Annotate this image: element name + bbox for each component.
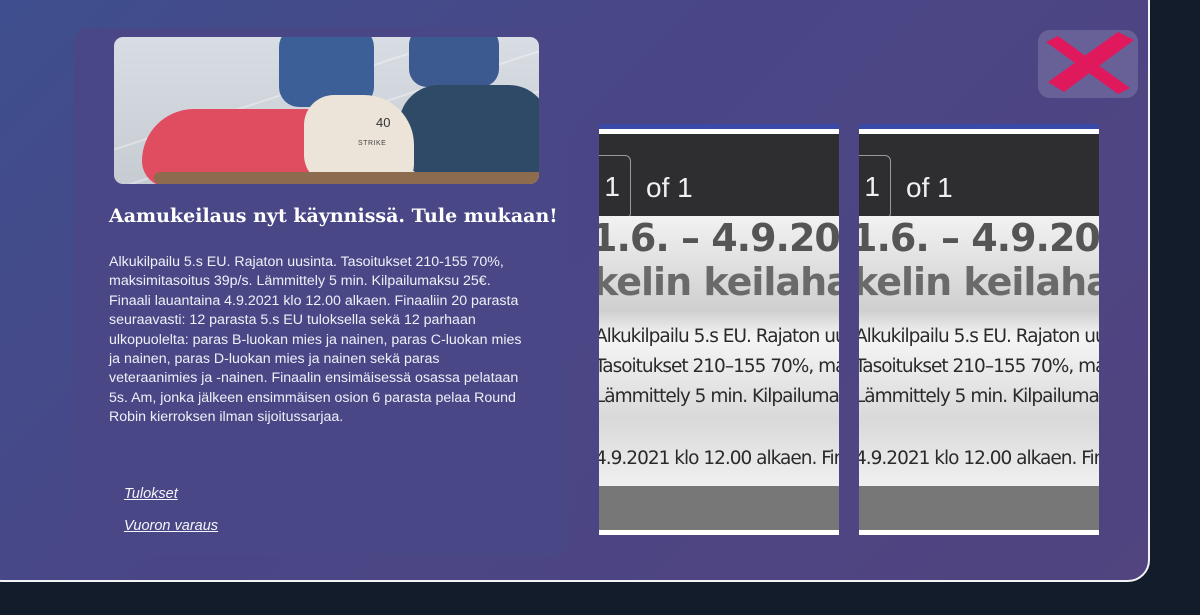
pdf-text-line: Lämmittely 5 min. Kilpailumaksu 25€. xyxy=(859,386,1099,407)
pdf-page: 1.6. – 4.9.2021 kelin keilahalli Alkukil… xyxy=(599,216,839,486)
pdf-page: 1.6. – 4.9.2021 kelin keilahalli Alkukil… xyxy=(859,216,1099,486)
pdf-toolbar: 1 of 1 xyxy=(599,134,839,219)
shoe-number: 40 xyxy=(376,115,391,130)
pdf-heading-line: kelin keilahalli xyxy=(599,260,839,304)
close-icon xyxy=(1046,32,1134,94)
pdf-viewer-1[interactable]: 1 of 1 1.6. – 4.9.2021 kelin keilahalli … xyxy=(599,124,839,535)
close-button[interactable] xyxy=(1038,30,1138,98)
pdf-text-line: Tasoitukset 210–155 70%, maksimitasoitus xyxy=(859,356,1099,377)
lane-booking-link[interactable]: Vuoron varaus xyxy=(124,518,218,534)
page-count: of 1 xyxy=(646,172,693,203)
page-number-input[interactable]: 1 xyxy=(859,155,891,219)
announcement-description: Alkukilpailu 5.s EU. Rajaton uusinta. Ta… xyxy=(109,254,522,426)
pdf-text-line: 4.9.2021 klo 12.00 alkaen. Finaaliin 20 xyxy=(859,448,1099,469)
pdf-text-line: Tasoitukset 210–155 70%, maksimitasoitus xyxy=(599,356,839,377)
pdf-text-line: Lämmittely 5 min. Kilpailumaksu 25€. xyxy=(599,386,839,407)
announcement-title: Aamukeilaus nyt käynnissä. Tule mukaan! xyxy=(109,205,558,227)
page-number-input[interactable]: 1 xyxy=(599,155,631,219)
pdf-text-line: 4.9.2021 klo 12.00 alkaen. Finaaliin 20 xyxy=(599,448,839,469)
pdf-date-line: 1.6. – 4.9.2021 xyxy=(859,216,1099,260)
shoe-brand: STRIKE xyxy=(358,140,387,147)
pdf-heading-line: kelin keilahalli xyxy=(859,260,1099,304)
page-count: of 1 xyxy=(906,172,953,203)
pdf-text-line: Alkukilpailu 5.s EU. Rajaton uusinta. xyxy=(599,326,839,347)
pdf-date-line: 1.6. – 4.9.2021 xyxy=(599,216,839,260)
results-link[interactable]: Tulokset xyxy=(124,486,178,502)
pdf-text-line: Alkukilpailu 5.s EU. Rajaton uusinta. xyxy=(859,326,1099,347)
bowling-shoes-image: 40 STRIKE xyxy=(114,37,539,184)
pdf-viewer-2[interactable]: 1 of 1 1.6. – 4.9.2021 kelin keilahalli … xyxy=(859,124,1099,535)
pdf-toolbar: 1 of 1 xyxy=(859,134,1099,219)
